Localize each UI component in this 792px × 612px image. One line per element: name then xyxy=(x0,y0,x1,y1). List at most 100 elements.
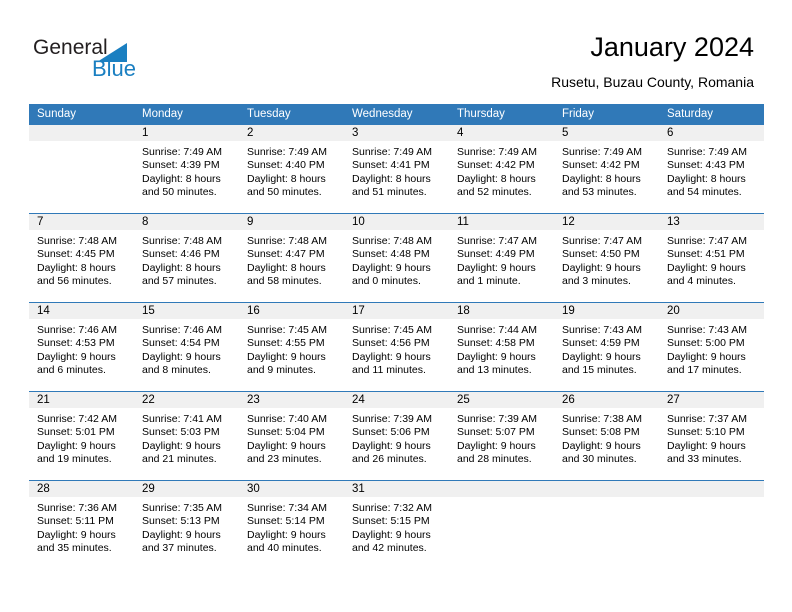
daylight-text-line1: Daylight: 9 hours xyxy=(667,261,746,274)
calendar-day-cell[interactable]: 12 Sunrise: 7:47 AM Sunset: 4:50 PM Dayligh… xyxy=(554,214,659,302)
daylight-text-line2: and 11 minutes. xyxy=(352,364,426,377)
day-number: 22 xyxy=(142,394,155,406)
day-number: 25 xyxy=(457,394,470,406)
sunset-text: Sunset: 5:10 PM xyxy=(667,426,745,439)
calendar-day-cell[interactable]: 27 Sunrise: 7:37 AM Sunset: 5:10 PM Dayligh… xyxy=(659,392,764,480)
daylight-text-line2: and 19 minutes. xyxy=(37,453,112,466)
sunset-text: Sunset: 4:46 PM xyxy=(142,248,220,261)
day-number: 1 xyxy=(142,127,149,139)
day-number: 8 xyxy=(142,216,149,228)
calendar-day-cell[interactable]: 4 Sunrise: 7:49 AM Sunset: 4:42 PM Daylight… xyxy=(449,125,554,213)
calendar-day-cell[interactable]: 26 Sunrise: 7:38 AM Sunset: 5:08 PM Dayligh… xyxy=(554,392,659,480)
daylight-text-line2: and 3 minutes. xyxy=(562,275,631,288)
sunset-text: Sunset: 5:00 PM xyxy=(667,337,745,350)
calendar-day-cell[interactable]: 28 Sunrise: 7:36 AM Sunset: 5:11 PM Dayligh… xyxy=(29,481,134,569)
daylight-text-line1: Daylight: 9 hours xyxy=(37,350,116,363)
daylight-text-line1: Daylight: 9 hours xyxy=(247,528,326,541)
daylight-text-line2: and 15 minutes. xyxy=(562,364,637,377)
calendar-day-cell[interactable]: 2 Sunrise: 7:49 AM Sunset: 4:40 PM Daylight… xyxy=(239,125,344,213)
calendar-day-cell[interactable]: 18 Sunrise: 7:44 AM Sunset: 4:58 PM Dayligh… xyxy=(449,303,554,391)
sunrise-text: Sunrise: 7:47 AM xyxy=(457,235,537,247)
day-detail: Sunrise: 7:32 AM Sunset: 5:15 PM Daylight:… xyxy=(344,497,449,556)
calendar-day-cell[interactable]: 7 Sunrise: 7:48 AM Sunset: 4:45 PM Daylight… xyxy=(29,214,134,302)
daylight-text-line2: and 51 minutes. xyxy=(352,186,427,199)
calendar-week-row: 14 Sunrise: 7:46 AM Sunset: 4:53 PM Dayligh… xyxy=(29,302,764,391)
daylight-text-line2: and 53 minutes. xyxy=(562,186,637,199)
day-number: 18 xyxy=(457,305,470,317)
day-number-band: 20 xyxy=(659,303,764,319)
daylight-text-line2: and 26 minutes. xyxy=(352,453,427,466)
day-detail: Sunrise: 7:39 AM Sunset: 5:06 PM Daylight:… xyxy=(344,408,449,467)
day-detail: Sunrise: 7:49 AM Sunset: 4:39 PM Daylight:… xyxy=(134,141,239,200)
calendar-day-cell[interactable]: 3 Sunrise: 7:49 AM Sunset: 4:41 PM Daylight… xyxy=(344,125,449,213)
sunset-text: Sunset: 4:45 PM xyxy=(37,248,115,261)
calendar-day-cell[interactable]: 1 Sunrise: 7:49 AM Sunset: 4:39 PM Daylight… xyxy=(134,125,239,213)
sunset-text: Sunset: 4:51 PM xyxy=(667,248,745,261)
day-number-band: 24 xyxy=(344,392,449,408)
day-number-band: 8 xyxy=(134,214,239,230)
daylight-text-line1: Daylight: 8 hours xyxy=(667,172,746,185)
daylight-text-line1: Daylight: 9 hours xyxy=(667,350,746,363)
day-number: 28 xyxy=(37,483,50,495)
sunset-text: Sunset: 5:14 PM xyxy=(247,515,325,528)
calendar-day-cell[interactable]: 19 Sunrise: 7:43 AM Sunset: 4:59 PM Dayligh… xyxy=(554,303,659,391)
calendar-day-cell[interactable]: 11 Sunrise: 7:47 AM Sunset: 4:49 PM Dayligh… xyxy=(449,214,554,302)
sunrise-text: Sunrise: 7:47 AM xyxy=(562,235,642,247)
calendar-day-cell[interactable]: 17 Sunrise: 7:45 AM Sunset: 4:56 PM Dayligh… xyxy=(344,303,449,391)
daylight-text-line1: Daylight: 9 hours xyxy=(562,439,641,452)
calendar-day-cell[interactable]: 13 Sunrise: 7:47 AM Sunset: 4:51 PM Dayligh… xyxy=(659,214,764,302)
weekday-header-thursday: Thursday xyxy=(457,108,505,120)
day-number-band: 18 xyxy=(449,303,554,319)
sunrise-text: Sunrise: 7:43 AM xyxy=(667,324,747,336)
sunrise-text: Sunrise: 7:49 AM xyxy=(247,146,327,158)
calendar-day-cell[interactable]: 25 Sunrise: 7:39 AM Sunset: 5:07 PM Dayligh… xyxy=(449,392,554,480)
calendar-day-cell[interactable]: 30 Sunrise: 7:34 AM Sunset: 5:14 PM Dayligh… xyxy=(239,481,344,569)
calendar-day-cell[interactable]: 16 Sunrise: 7:45 AM Sunset: 4:55 PM Dayligh… xyxy=(239,303,344,391)
calendar-day-cell[interactable]: 6 Sunrise: 7:49 AM Sunset: 4:43 PM Daylight… xyxy=(659,125,764,213)
calendar-day-cell[interactable]: 20 Sunrise: 7:43 AM Sunset: 5:00 PM Dayligh… xyxy=(659,303,764,391)
daylight-text-line2: and 17 minutes. xyxy=(667,364,742,377)
day-number: 2 xyxy=(247,127,254,139)
daylight-text-line1: Daylight: 9 hours xyxy=(352,528,431,541)
calendar-weeks: 1 Sunrise: 7:49 AM Sunset: 4:39 PM Daylight… xyxy=(29,125,764,569)
logo-text-blue: Blue xyxy=(92,56,137,81)
day-number: 19 xyxy=(562,305,575,317)
week-cells: 1 Sunrise: 7:49 AM Sunset: 4:39 PM Daylight… xyxy=(29,125,764,213)
calendar-day-cell[interactable]: 24 Sunrise: 7:39 AM Sunset: 5:06 PM Dayligh… xyxy=(344,392,449,480)
daylight-text-line1: Daylight: 9 hours xyxy=(142,528,221,541)
day-detail: Sunrise: 7:49 AM Sunset: 4:42 PM Daylight:… xyxy=(449,141,554,200)
sunset-text: Sunset: 4:53 PM xyxy=(37,337,115,350)
sunset-text: Sunset: 4:42 PM xyxy=(457,159,535,172)
calendar-day-cell[interactable]: 14 Sunrise: 7:46 AM Sunset: 4:53 PM Dayligh… xyxy=(29,303,134,391)
calendar-day-cell[interactable]: 22 Sunrise: 7:41 AM Sunset: 5:03 PM Dayligh… xyxy=(134,392,239,480)
sunset-text: Sunset: 5:13 PM xyxy=(142,515,220,528)
page-title: January 2024 xyxy=(590,32,754,62)
calendar-day-cell[interactable]: 31 Sunrise: 7:32 AM Sunset: 5:15 PM Dayligh… xyxy=(344,481,449,569)
week-cells: 14 Sunrise: 7:46 AM Sunset: 4:53 PM Dayligh… xyxy=(29,303,764,391)
daylight-text-line1: Daylight: 8 hours xyxy=(352,172,431,185)
sunset-text: Sunset: 5:04 PM xyxy=(247,426,325,439)
daylight-text-line2: and 23 minutes. xyxy=(247,453,322,466)
calendar-day-cell[interactable]: 10 Sunrise: 7:48 AM Sunset: 4:48 PM Dayligh… xyxy=(344,214,449,302)
calendar-day-cell[interactable]: 5 Sunrise: 7:49 AM Sunset: 4:42 PM Daylight… xyxy=(554,125,659,213)
calendar-day-cell[interactable]: 15 Sunrise: 7:46 AM Sunset: 4:54 PM Dayligh… xyxy=(134,303,239,391)
calendar-day-cell[interactable]: 29 Sunrise: 7:35 AM Sunset: 5:13 PM Dayligh… xyxy=(134,481,239,569)
daylight-text-line2: and 37 minutes. xyxy=(142,542,217,555)
day-number-band: 4 xyxy=(449,125,554,141)
weekday-header-wednesday: Wednesday xyxy=(352,108,413,120)
daylight-text-line1: Daylight: 9 hours xyxy=(562,350,641,363)
sunrise-text: Sunrise: 7:43 AM xyxy=(562,324,642,336)
calendar-day-cell[interactable]: 21 Sunrise: 7:42 AM Sunset: 5:01 PM Dayligh… xyxy=(29,392,134,480)
day-detail: Sunrise: 7:44 AM Sunset: 4:58 PM Daylight:… xyxy=(449,319,554,378)
weekday-header-monday: Monday xyxy=(142,108,183,120)
calendar-day-cell[interactable]: 9 Sunrise: 7:48 AM Sunset: 4:47 PM Daylight… xyxy=(239,214,344,302)
daylight-text-line1: Daylight: 8 hours xyxy=(247,172,326,185)
day-number-band: 15 xyxy=(134,303,239,319)
daylight-text-line1: Daylight: 9 hours xyxy=(352,350,431,363)
daylight-text-line2: and 30 minutes. xyxy=(562,453,637,466)
calendar-day-cell[interactable]: 8 Sunrise: 7:48 AM Sunset: 4:46 PM Daylight… xyxy=(134,214,239,302)
day-number-band: 6 xyxy=(659,125,764,141)
day-number: 26 xyxy=(562,394,575,406)
general-blue-logo[interactable]: General Blue xyxy=(33,36,213,86)
calendar-day-cell[interactable]: 23 Sunrise: 7:40 AM Sunset: 5:04 PM Dayligh… xyxy=(239,392,344,480)
